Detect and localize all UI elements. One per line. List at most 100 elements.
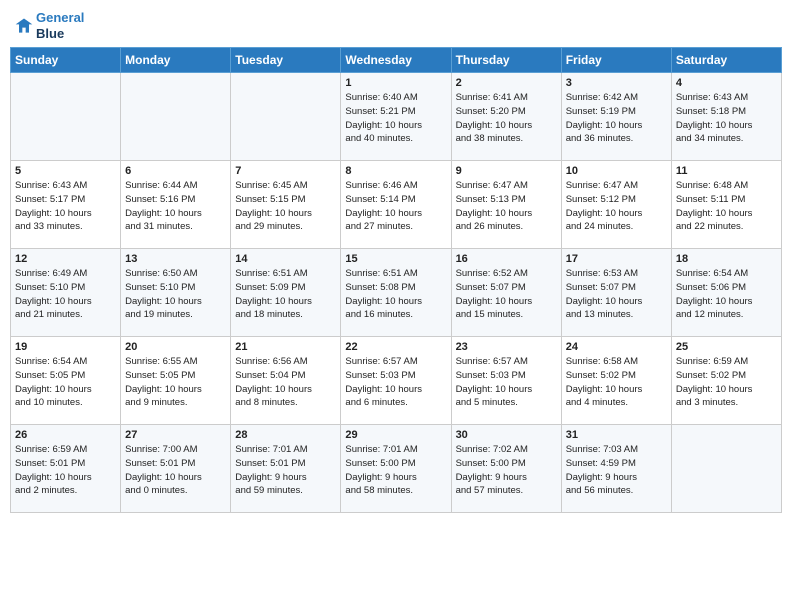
calendar-cell: 31 Sunrise: 7:03 AM Sunset: 4:59 PM Dayli… <box>561 425 671 513</box>
day-number: 30 <box>456 429 557 441</box>
day-info: Sunrise: 6:52 AM Sunset: 5:07 PM Dayligh… <box>456 267 557 322</box>
calendar-cell: 16 Sunrise: 6:52 AM Sunset: 5:07 PM Dayli… <box>451 249 561 337</box>
calendar-week-5: 26Sunrise: 6:59 AM Sunset: 5:01 PM Dayli… <box>11 425 782 513</box>
calendar-cell: 29 Sunrise: 7:01 AM Sunset: 5:00 PM Dayli… <box>341 425 451 513</box>
day-info: Sunrise: 6:41 AM Sunset: 5:20 PM Dayligh… <box>456 91 557 146</box>
calendar-cell: 23 Sunrise: 6:57 AM Sunset: 5:03 PM Dayli… <box>451 337 561 425</box>
calendar-cell: 25Sunrise: 6:59 AM Sunset: 5:02 PM Dayli… <box>671 337 781 425</box>
day-number: 19 <box>15 341 116 353</box>
calendar-cell: 9 Sunrise: 6:47 AM Sunset: 5:13 PM Daylig… <box>451 161 561 249</box>
column-header-wednesday: Wednesday <box>341 48 451 73</box>
calendar-cell: 1Sunrise: 6:40 AM Sunset: 5:21 PM Daylig… <box>341 73 451 161</box>
calendar-cell: 3 Sunrise: 6:42 AM Sunset: 5:19 PM Daylig… <box>561 73 671 161</box>
day-info: Sunrise: 6:57 AM Sunset: 5:03 PM Dayligh… <box>456 355 557 410</box>
calendar-week-4: 19 Sunrise: 6:54 AM Sunset: 5:05 PM Dayli… <box>11 337 782 425</box>
day-info: Sunrise: 6:48 AM Sunset: 5:11 PM Dayligh… <box>676 179 777 234</box>
logo: General Blue <box>14 10 84 41</box>
day-number: 9 <box>456 165 557 177</box>
calendar-cell: 28 Sunrise: 7:01 AM Sunset: 5:01 PM Dayli… <box>231 425 341 513</box>
day-info: Sunrise: 6:54 AM Sunset: 5:05 PM Dayligh… <box>15 355 116 410</box>
logo-text: General Blue <box>36 10 84 41</box>
calendar-cell: 8 Sunrise: 6:46 AM Sunset: 5:14 PM Daylig… <box>341 161 451 249</box>
page-header: General Blue <box>10 10 782 41</box>
calendar-cell: 22 Sunrise: 6:57 AM Sunset: 5:03 PM Dayli… <box>341 337 451 425</box>
calendar-cell: 17Sunrise: 6:53 AM Sunset: 5:07 PM Dayli… <box>561 249 671 337</box>
day-number: 31 <box>566 429 667 441</box>
day-number: 1 <box>345 77 446 89</box>
column-header-saturday: Saturday <box>671 48 781 73</box>
day-info: Sunrise: 6:45 AM Sunset: 5:15 PM Dayligh… <box>235 179 336 234</box>
day-number: 21 <box>235 341 336 353</box>
day-number: 25 <box>676 341 777 353</box>
day-info: Sunrise: 6:47 AM Sunset: 5:12 PM Dayligh… <box>566 179 667 234</box>
day-number: 23 <box>456 341 557 353</box>
day-number: 24 <box>566 341 667 353</box>
day-info: Sunrise: 6:42 AM Sunset: 5:19 PM Dayligh… <box>566 91 667 146</box>
column-header-sunday: Sunday <box>11 48 121 73</box>
day-number: 8 <box>345 165 446 177</box>
calendar-week-1: 1Sunrise: 6:40 AM Sunset: 5:21 PM Daylig… <box>11 73 782 161</box>
day-number: 10 <box>566 165 667 177</box>
day-number: 17 <box>566 253 667 265</box>
day-info: Sunrise: 6:57 AM Sunset: 5:03 PM Dayligh… <box>345 355 446 410</box>
calendar-week-3: 12Sunrise: 6:49 AM Sunset: 5:10 PM Dayli… <box>11 249 782 337</box>
day-number: 28 <box>235 429 336 441</box>
calendar-cell: 18Sunrise: 6:54 AM Sunset: 5:06 PM Dayli… <box>671 249 781 337</box>
day-info: Sunrise: 6:47 AM Sunset: 5:13 PM Dayligh… <box>456 179 557 234</box>
day-number: 22 <box>345 341 446 353</box>
day-number: 16 <box>456 253 557 265</box>
day-info: Sunrise: 7:01 AM Sunset: 5:01 PM Dayligh… <box>235 443 336 498</box>
day-number: 6 <box>125 165 226 177</box>
day-number: 3 <box>566 77 667 89</box>
calendar-cell: 20 Sunrise: 6:55 AM Sunset: 5:05 PM Dayli… <box>121 337 231 425</box>
calendar-cell <box>231 73 341 161</box>
calendar-cell: 15 Sunrise: 6:51 AM Sunset: 5:08 PM Dayli… <box>341 249 451 337</box>
column-header-tuesday: Tuesday <box>231 48 341 73</box>
day-number: 15 <box>345 253 446 265</box>
day-info: Sunrise: 6:43 AM Sunset: 5:18 PM Dayligh… <box>676 91 777 146</box>
day-info: Sunrise: 6:43 AM Sunset: 5:17 PM Dayligh… <box>15 179 116 234</box>
calendar-cell: 12Sunrise: 6:49 AM Sunset: 5:10 PM Dayli… <box>11 249 121 337</box>
calendar-cell: 21 Sunrise: 6:56 AM Sunset: 5:04 PM Dayli… <box>231 337 341 425</box>
day-info: Sunrise: 7:01 AM Sunset: 5:00 PM Dayligh… <box>345 443 446 498</box>
day-info: Sunrise: 6:51 AM Sunset: 5:08 PM Dayligh… <box>345 267 446 322</box>
day-number: 12 <box>15 253 116 265</box>
calendar-cell: 10 Sunrise: 6:47 AM Sunset: 5:12 PM Dayli… <box>561 161 671 249</box>
day-number: 26 <box>15 429 116 441</box>
day-info: Sunrise: 6:54 AM Sunset: 5:06 PM Dayligh… <box>676 267 777 322</box>
day-info: Sunrise: 6:51 AM Sunset: 5:09 PM Dayligh… <box>235 267 336 322</box>
calendar-cell: 26Sunrise: 6:59 AM Sunset: 5:01 PM Dayli… <box>11 425 121 513</box>
calendar-cell: 30Sunrise: 7:02 AM Sunset: 5:00 PM Dayli… <box>451 425 561 513</box>
day-info: Sunrise: 6:55 AM Sunset: 5:05 PM Dayligh… <box>125 355 226 410</box>
day-info: Sunrise: 7:03 AM Sunset: 4:59 PM Dayligh… <box>566 443 667 498</box>
column-header-friday: Friday <box>561 48 671 73</box>
day-number: 4 <box>676 77 777 89</box>
calendar-week-2: 5 Sunrise: 6:43 AM Sunset: 5:17 PM Daylig… <box>11 161 782 249</box>
calendar-cell: 6 Sunrise: 6:44 AM Sunset: 5:16 PM Daylig… <box>121 161 231 249</box>
day-number: 20 <box>125 341 226 353</box>
day-info: Sunrise: 6:44 AM Sunset: 5:16 PM Dayligh… <box>125 179 226 234</box>
day-number: 2 <box>456 77 557 89</box>
column-header-thursday: Thursday <box>451 48 561 73</box>
day-number: 11 <box>676 165 777 177</box>
calendar-cell: 5 Sunrise: 6:43 AM Sunset: 5:17 PM Daylig… <box>11 161 121 249</box>
calendar-cell: 27 Sunrise: 7:00 AM Sunset: 5:01 PM Dayli… <box>121 425 231 513</box>
day-number: 29 <box>345 429 446 441</box>
day-info: Sunrise: 6:50 AM Sunset: 5:10 PM Dayligh… <box>125 267 226 322</box>
calendar-cell: 14Sunrise: 6:51 AM Sunset: 5:09 PM Dayli… <box>231 249 341 337</box>
day-info: Sunrise: 6:58 AM Sunset: 5:02 PM Dayligh… <box>566 355 667 410</box>
day-number: 13 <box>125 253 226 265</box>
day-number: 7 <box>235 165 336 177</box>
day-number: 27 <box>125 429 226 441</box>
day-number: 5 <box>15 165 116 177</box>
day-info: Sunrise: 7:00 AM Sunset: 5:01 PM Dayligh… <box>125 443 226 498</box>
calendar-cell: 19 Sunrise: 6:54 AM Sunset: 5:05 PM Dayli… <box>11 337 121 425</box>
calendar-cell: 13 Sunrise: 6:50 AM Sunset: 5:10 PM Dayli… <box>121 249 231 337</box>
day-info: Sunrise: 6:56 AM Sunset: 5:04 PM Dayligh… <box>235 355 336 410</box>
day-info: Sunrise: 6:46 AM Sunset: 5:14 PM Dayligh… <box>345 179 446 234</box>
calendar-cell: 4 Sunrise: 6:43 AM Sunset: 5:18 PM Daylig… <box>671 73 781 161</box>
logo-icon <box>14 16 34 36</box>
calendar-cell: 7 Sunrise: 6:45 AM Sunset: 5:15 PM Daylig… <box>231 161 341 249</box>
calendar-cell <box>11 73 121 161</box>
calendar-cell <box>671 425 781 513</box>
